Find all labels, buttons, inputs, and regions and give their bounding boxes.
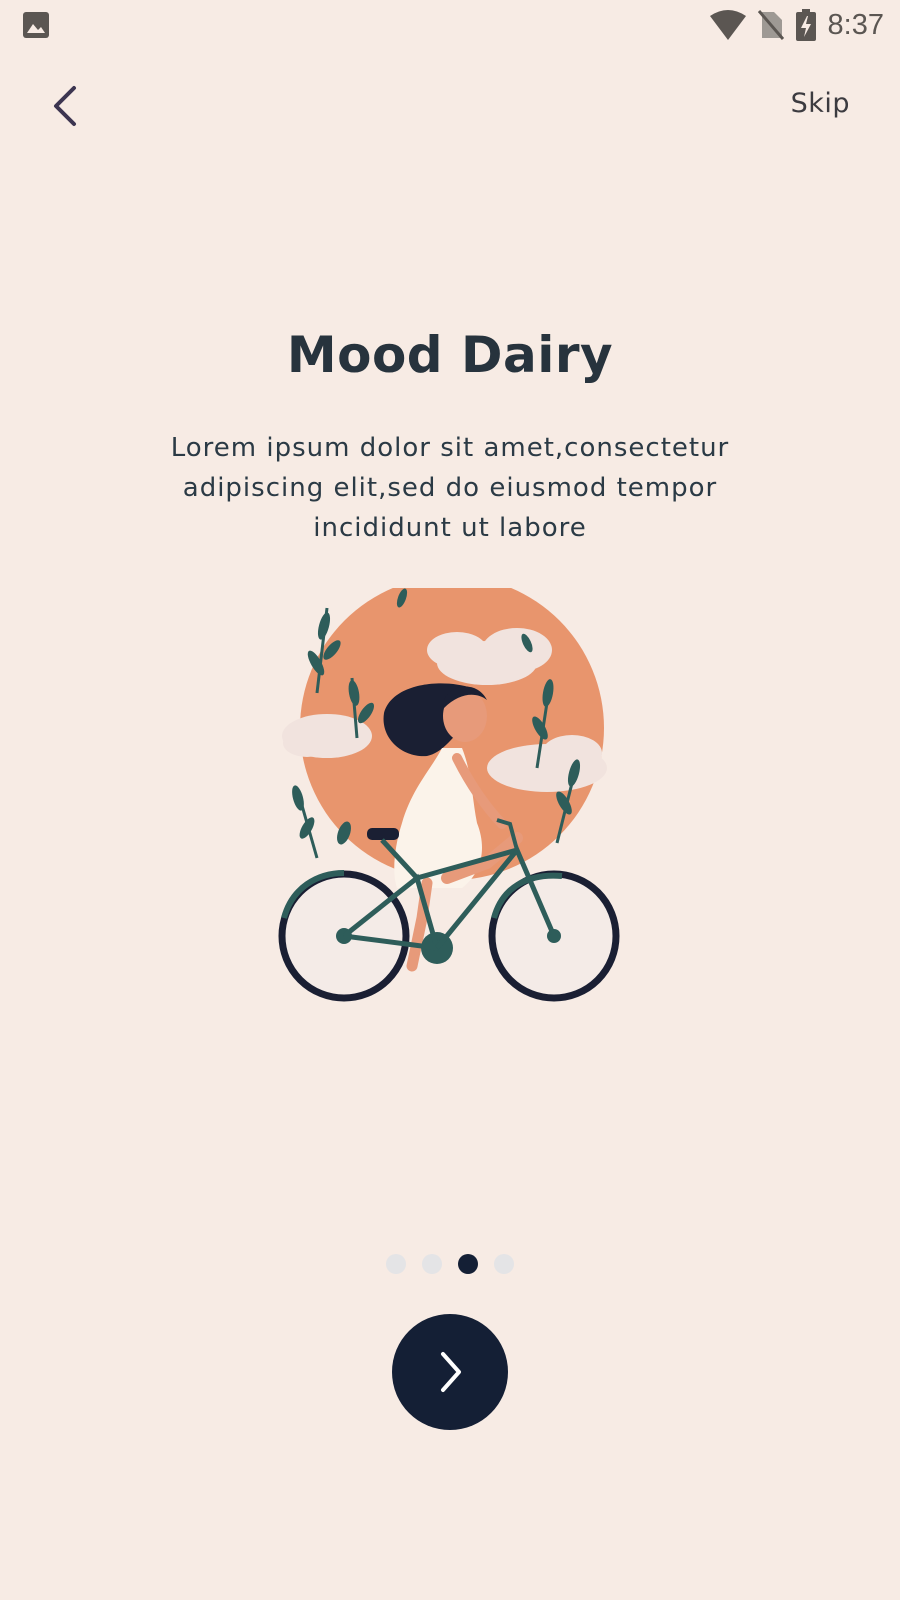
battery-charging-icon [795, 9, 816, 41]
chevron-left-icon [54, 86, 76, 126]
woman-riding-bicycle-illustration [278, 588, 620, 1002]
page-dot-3-active[interactable] [458, 1254, 478, 1274]
back-button[interactable] [40, 78, 90, 134]
chevron-right-icon [441, 1352, 461, 1392]
page-dot-2[interactable] [422, 1254, 442, 1274]
next-button[interactable] [392, 1314, 508, 1430]
onboarding-screen: 8:37 Skip Mood Dairy Lorem ipsum dolor s… [0, 0, 900, 1600]
wifi-icon [709, 10, 746, 40]
skip-button[interactable]: Skip [791, 88, 850, 119]
page-title: Mood Dairy [286, 326, 614, 384]
page-description: Lorem ipsum dolor sit amet,consectetur a… [170, 433, 730, 543]
no-sim-icon [757, 10, 784, 40]
status-icons: 8:37 [709, 8, 884, 42]
status-bar: 8:37 [0, 0, 900, 50]
page-indicator [0, 1254, 900, 1274]
image-icon [23, 12, 49, 38]
page-dot-4[interactable] [494, 1254, 514, 1274]
page-dot-1[interactable] [386, 1254, 406, 1274]
status-time: 8:37 [827, 8, 884, 41]
